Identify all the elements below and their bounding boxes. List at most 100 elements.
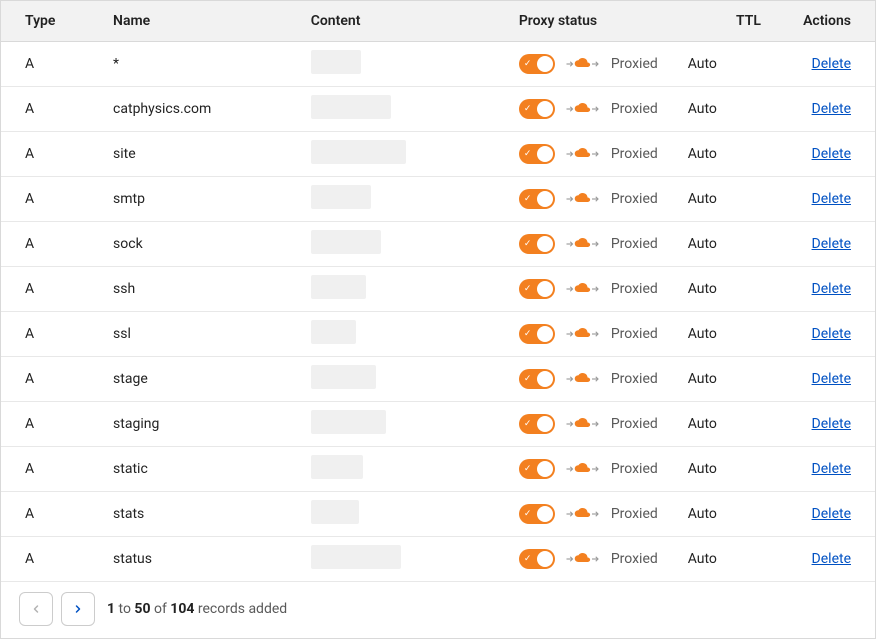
redacted-content	[311, 320, 356, 344]
record-actions: Delete	[771, 132, 875, 177]
check-icon: ✓	[524, 510, 532, 519]
header-type[interactable]: Type	[1, 1, 105, 42]
record-actions: Delete	[771, 42, 875, 87]
range-start: 1	[107, 601, 115, 617]
cloud-proxied-icon	[565, 416, 601, 432]
record-ttl: Auto	[688, 222, 771, 267]
table-row[interactable]: A ssl ✓ Proxied Auto	[1, 312, 875, 357]
proxy-status-label: Proxied	[611, 146, 658, 162]
proxy-status-label: Proxied	[611, 101, 658, 117]
proxy-toggle[interactable]: ✓	[519, 324, 555, 344]
proxy-toggle[interactable]: ✓	[519, 414, 555, 434]
cloud-proxied-icon	[565, 56, 601, 72]
next-page-button[interactable]	[61, 592, 95, 626]
record-name: staging	[105, 402, 303, 447]
delete-link[interactable]: Delete	[812, 371, 851, 387]
check-icon: ✓	[524, 195, 532, 204]
record-content	[303, 402, 511, 447]
proxy-toggle[interactable]: ✓	[519, 549, 555, 569]
redacted-content	[311, 275, 366, 299]
proxy-toggle[interactable]: ✓	[519, 504, 555, 524]
toggle-knob	[537, 101, 553, 117]
record-name: sock	[105, 222, 303, 267]
proxy-toggle[interactable]: ✓	[519, 234, 555, 254]
record-ttl: Auto	[688, 267, 771, 312]
record-type: A	[1, 42, 105, 87]
record-content	[303, 357, 511, 402]
header-actions: Actions	[771, 1, 875, 42]
table-row[interactable]: A ssh ✓ Proxied Auto	[1, 267, 875, 312]
record-proxy-status: ✓ Proxied	[511, 312, 688, 357]
delete-link[interactable]: Delete	[812, 146, 851, 162]
record-actions: Delete	[771, 537, 875, 582]
record-actions: Delete	[771, 447, 875, 492]
proxy-toggle[interactable]: ✓	[519, 54, 555, 74]
table-row[interactable]: A catphysics.com ✓ Proxied Auto	[1, 87, 875, 132]
table-row[interactable]: A stage ✓ Proxied Auto	[1, 357, 875, 402]
check-icon: ✓	[524, 240, 532, 249]
record-actions: Delete	[771, 222, 875, 267]
delete-link[interactable]: Delete	[812, 191, 851, 207]
record-content	[303, 132, 511, 177]
delete-link[interactable]: Delete	[812, 326, 851, 342]
record-actions: Delete	[771, 492, 875, 537]
record-proxy-status: ✓ Proxied	[511, 447, 688, 492]
record-type: A	[1, 447, 105, 492]
cloud-proxied-icon	[565, 101, 601, 117]
prev-page-button[interactable]	[19, 592, 53, 626]
table-row[interactable]: A status ✓ Proxied Auto	[1, 537, 875, 582]
header-ttl[interactable]: TTL	[688, 1, 771, 42]
proxy-toggle[interactable]: ✓	[519, 279, 555, 299]
dns-records-table: Type Name Content Proxy status TTL Actio…	[1, 0, 875, 582]
cloud-proxied-icon	[565, 461, 601, 477]
proxy-toggle[interactable]: ✓	[519, 189, 555, 209]
proxy-toggle[interactable]: ✓	[519, 99, 555, 119]
record-name: ssh	[105, 267, 303, 312]
proxy-toggle[interactable]: ✓	[519, 369, 555, 389]
redacted-content	[311, 365, 376, 389]
header-name[interactable]: Name	[105, 1, 303, 42]
table-row[interactable]: A smtp ✓ Proxied Auto	[1, 177, 875, 222]
proxy-toggle[interactable]: ✓	[519, 459, 555, 479]
record-ttl: Auto	[688, 492, 771, 537]
record-ttl: Auto	[688, 357, 771, 402]
cloud-proxied-icon	[565, 326, 601, 342]
record-actions: Delete	[771, 312, 875, 357]
record-name: *	[105, 42, 303, 87]
delete-link[interactable]: Delete	[812, 236, 851, 252]
check-icon: ✓	[524, 465, 532, 474]
table-row[interactable]: A site ✓ Proxied Auto	[1, 132, 875, 177]
table-row[interactable]: A staging ✓ Proxied Auto	[1, 402, 875, 447]
delete-link[interactable]: Delete	[812, 281, 851, 297]
header-content[interactable]: Content	[303, 1, 511, 42]
record-actions: Delete	[771, 177, 875, 222]
record-type: A	[1, 87, 105, 132]
check-icon: ✓	[524, 420, 532, 429]
delete-link[interactable]: Delete	[812, 101, 851, 117]
proxy-status-label: Proxied	[611, 551, 658, 567]
record-type: A	[1, 357, 105, 402]
toggle-knob	[537, 56, 553, 72]
delete-link[interactable]: Delete	[812, 56, 851, 72]
table-row[interactable]: A * ✓ Proxied Auto D	[1, 42, 875, 87]
record-type: A	[1, 267, 105, 312]
table-row[interactable]: A static ✓ Proxied Auto	[1, 447, 875, 492]
record-ttl: Auto	[688, 87, 771, 132]
delete-link[interactable]: Delete	[812, 551, 851, 567]
proxy-toggle[interactable]: ✓	[519, 144, 555, 164]
delete-link[interactable]: Delete	[812, 416, 851, 432]
check-icon: ✓	[524, 330, 532, 339]
table-row[interactable]: A sock ✓ Proxied Auto	[1, 222, 875, 267]
redacted-content	[311, 410, 386, 434]
header-proxy-status[interactable]: Proxy status	[511, 1, 688, 42]
record-content	[303, 447, 511, 492]
record-proxy-status: ✓ Proxied	[511, 132, 688, 177]
proxy-status-label: Proxied	[611, 56, 658, 72]
delete-link[interactable]: Delete	[812, 506, 851, 522]
delete-link[interactable]: Delete	[812, 461, 851, 477]
table-row[interactable]: A stats ✓ Proxied Auto	[1, 492, 875, 537]
cloud-proxied-icon	[565, 191, 601, 207]
record-proxy-status: ✓ Proxied	[511, 177, 688, 222]
toggle-knob	[537, 146, 553, 162]
record-type: A	[1, 312, 105, 357]
